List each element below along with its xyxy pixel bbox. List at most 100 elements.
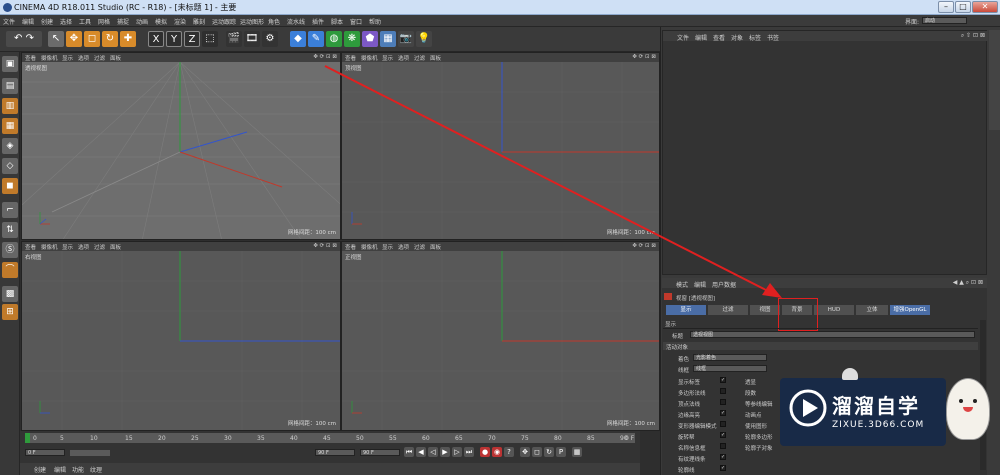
next-frame-icon[interactable]: ▷ <box>452 447 462 457</box>
scale-key-icon[interactable]: ◻ <box>532 447 542 457</box>
attr-menu-edit[interactable]: 编辑 <box>694 280 706 289</box>
points-mode-icon[interactable]: ◈ <box>2 138 18 154</box>
vp-menu-camera[interactable]: 摄像机 <box>361 243 378 251</box>
vp-menu-view[interactable]: 查看 <box>345 243 356 251</box>
obj-search-icon[interactable]: ⌕ ⇧ ⊡ ⊠ <box>961 32 985 40</box>
vp-menu-camera[interactable]: 摄像机 <box>361 54 378 62</box>
vp-menu-filter[interactable]: 过滤 <box>94 243 105 251</box>
group-header[interactable] <box>663 342 978 350</box>
tab-filter[interactable]: 过滤 <box>708 305 748 315</box>
playhead[interactable] <box>25 433 30 443</box>
menu-simulate[interactable]: 模拟 <box>155 17 167 26</box>
tab-enhanced-opengl[interactable]: 增强OpenGL <box>890 305 930 315</box>
option-checkbox[interactable] <box>720 388 726 394</box>
vp-menu-display[interactable]: 显示 <box>382 54 393 62</box>
menu-script[interactable]: 脚本 <box>331 17 343 26</box>
vp-menu-camera[interactable]: 摄像机 <box>41 243 58 251</box>
menu-window[interactable]: 窗口 <box>350 17 362 26</box>
transform-tool-icon[interactable]: ✚ <box>120 31 136 47</box>
menu-tools[interactable]: 工具 <box>79 17 91 26</box>
vp-menu-panel[interactable]: 面板 <box>110 54 121 62</box>
render-picture-viewer-icon[interactable]: 🎞 <box>244 31 260 47</box>
option-checkbox[interactable]: ✓ <box>720 410 726 416</box>
vp-menu-view[interactable]: 查看 <box>25 243 36 251</box>
cube-icon[interactable]: ◆ <box>290 31 306 47</box>
viewport-nav-icon[interactable]: ✥ ⟳ ⊡ ⊠ <box>313 54 337 60</box>
vp-menu-display[interactable]: 显示 <box>62 243 73 251</box>
polygons-mode-icon[interactable]: ◼ <box>2 178 18 194</box>
obj-menu-objects[interactable]: 对象 <box>731 33 743 42</box>
model-mode-icon[interactable]: ▤ <box>2 78 18 94</box>
menu-mesh[interactable]: 网格 <box>98 17 110 26</box>
vp-menu-options[interactable]: 选项 <box>78 243 89 251</box>
option-checkbox[interactable]: ✓ <box>720 465 726 471</box>
coordinate-system-icon[interactable]: ⬚ <box>202 31 218 47</box>
style-select[interactable]: 线框 <box>693 365 767 372</box>
z-axis-icon[interactable]: Z <box>184 31 200 47</box>
select-tool-icon[interactable]: ↖ <box>48 31 64 47</box>
locked-workplane-icon[interactable]: ⊞ <box>2 304 18 320</box>
mat-menu-create[interactable]: 创建 <box>34 465 46 474</box>
option-checkbox[interactable]: ✓ <box>720 377 726 383</box>
obj-menu-tags[interactable]: 标签 <box>749 33 761 42</box>
rotate-key-icon[interactable]: ↻ <box>544 447 554 457</box>
param-key-icon[interactable]: P <box>556 447 566 457</box>
vp-menu-view[interactable]: 查看 <box>25 54 36 62</box>
menu-select[interactable]: 选择 <box>60 17 72 26</box>
menu-mograph[interactable]: 运动图形 <box>240 17 264 26</box>
record-icon[interactable]: ● <box>480 447 490 457</box>
snap-icon[interactable]: Ⓢ <box>2 242 18 258</box>
viewport-front[interactable]: 查看 摄像机 显示 选项 过滤 面板 ✥ ⟳ ⊡ ⊠ 正视图 网格间距：100 … <box>341 241 660 431</box>
vp-menu-camera[interactable]: 摄像机 <box>41 54 58 62</box>
viewport-nav-icon[interactable]: ✥ ⟳ ⊡ ⊠ <box>632 243 656 249</box>
subdivision-icon[interactable]: ◍ <box>326 31 342 47</box>
close-icon[interactable]: ✕ <box>972 1 998 13</box>
floor-icon[interactable]: ▦ <box>380 31 396 47</box>
autokey-icon[interactable]: ◉ <box>492 447 502 457</box>
timeline-window-icon[interactable]: ▦ <box>572 447 582 457</box>
object-manager[interactable]: 文件 编辑 查看 对象 标签 书签 ⌕ ⇧ ⊡ ⊠ <box>662 30 988 275</box>
shading-select[interactable]: 光影着色 <box>693 354 767 361</box>
menu-create[interactable]: 创建 <box>41 17 53 26</box>
prev-frame-icon[interactable]: ◁ <box>428 447 438 457</box>
vp-menu-filter[interactable]: 过滤 <box>414 243 425 251</box>
side-tabs[interactable] <box>989 30 1000 130</box>
range-slider[interactable] <box>70 450 110 456</box>
obj-menu-edit[interactable]: 编辑 <box>695 33 707 42</box>
pen-spline-icon[interactable]: ✎ <box>308 31 324 47</box>
vp-menu-filter[interactable]: 过滤 <box>414 54 425 62</box>
start-frame-field[interactable]: 0 F <box>25 449 65 456</box>
menu-sculpt[interactable]: 雕刻 <box>193 17 205 26</box>
obj-menu-bookmarks[interactable]: 书签 <box>767 33 779 42</box>
menu-plugins[interactable]: 插件 <box>312 17 324 26</box>
vp-menu-filter[interactable]: 过滤 <box>94 54 105 62</box>
menu-snap[interactable]: 捕捉 <box>117 17 129 26</box>
option-checkbox[interactable] <box>720 443 726 449</box>
option-checkbox[interactable]: ✓ <box>720 454 726 460</box>
prev-key-icon[interactable]: ◀ <box>416 447 426 457</box>
obj-menu-view[interactable]: 查看 <box>713 33 725 42</box>
go-start-icon[interactable]: ⏮ <box>404 447 414 457</box>
tab-view[interactable]: 视图 <box>750 305 780 315</box>
vp-menu-panel[interactable]: 面板 <box>430 54 441 62</box>
rotate-tool-icon[interactable]: ↻ <box>102 31 118 47</box>
viewport-nav-icon[interactable]: ✥ ⟳ ⊡ ⊠ <box>313 243 337 249</box>
menu-edit[interactable]: 编辑 <box>22 17 34 26</box>
workplane-grid-icon[interactable]: ▩ <box>2 286 18 302</box>
keyframe-selection-icon[interactable]: ? <box>504 447 514 457</box>
viewport-perspective[interactable]: 查看 摄像机 显示 选项 过滤 面板 ✥ ⟳ ⊡ ⊠ 透视视图 网格间距：100… <box>21 52 341 240</box>
minimize-icon[interactable]: – <box>938 1 954 13</box>
move-tool-icon[interactable]: ✥ <box>66 31 82 47</box>
menu-character[interactable]: 角色 <box>268 17 280 26</box>
option-checkbox[interactable]: ✓ <box>720 432 726 438</box>
deformer-icon[interactable]: ⬟ <box>362 31 378 47</box>
vp-menu-panel[interactable]: 面板 <box>430 243 441 251</box>
tweak-mode-icon[interactable]: ⇅ <box>2 222 18 238</box>
mat-menu-function[interactable]: 功能 <box>72 465 84 474</box>
option-checkbox[interactable] <box>720 421 726 427</box>
axis-mode-icon[interactable]: ⌐ <box>2 202 18 218</box>
camera-icon[interactable]: 📷 <box>398 31 414 47</box>
end-frame-field[interactable]: 90 F <box>315 449 355 456</box>
array-icon[interactable]: ❋ <box>344 31 360 47</box>
tab-hud[interactable]: HUD <box>814 305 854 315</box>
